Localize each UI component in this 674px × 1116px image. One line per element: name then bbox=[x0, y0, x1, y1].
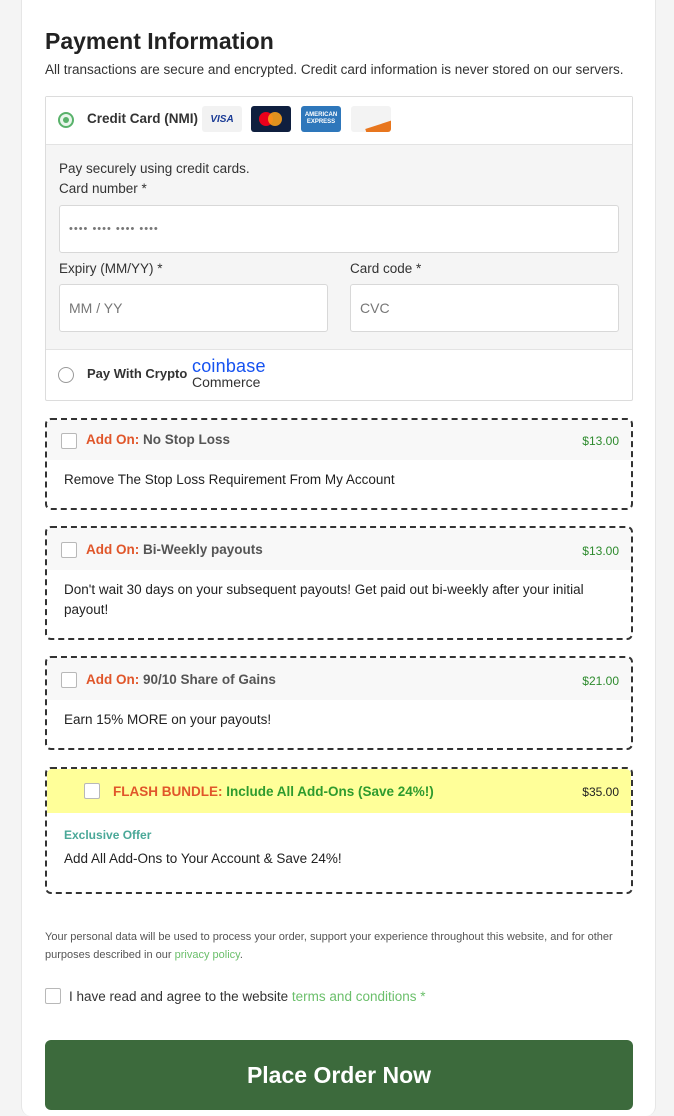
page-subtitle: All transactions are secure and encrypte… bbox=[45, 62, 624, 77]
crypto-radio[interactable] bbox=[58, 367, 74, 383]
crypto-label: Pay With Crypto bbox=[87, 366, 188, 381]
discover-logo-icon bbox=[351, 106, 391, 132]
addon-description: Don't wait 30 days on your subsequent pa… bbox=[64, 582, 584, 617]
addon-price: $13.00 bbox=[582, 434, 619, 448]
flash-bundle-price: $35.00 bbox=[582, 785, 619, 799]
addon-description: Earn 15% MORE on your payouts! bbox=[64, 712, 272, 727]
addon-no-stop-loss: Add On: No Stop Loss $13.00 Remove The S… bbox=[45, 418, 633, 510]
terms-link[interactable]: terms and conditions bbox=[292, 989, 417, 1004]
flash-bundle-header: FLASH BUNDLE: Include All Add-Ons (Save … bbox=[47, 769, 631, 813]
mastercard-logo-icon bbox=[251, 106, 291, 132]
payment-methods: Credit Card (NMI) VISA AMERICAN EXPRESS … bbox=[45, 96, 633, 401]
addon-title: Add On: Bi-Weekly payouts bbox=[86, 542, 263, 557]
addon-name: No Stop Loss bbox=[143, 432, 231, 447]
commerce-brand: Commerce bbox=[192, 374, 261, 390]
addon-price: $21.00 bbox=[582, 674, 619, 688]
addon-header: Add On: 90/10 Share of Gains $21.00 bbox=[47, 658, 631, 700]
addon-checkbox[interactable] bbox=[61, 672, 77, 688]
page-title: Payment Information bbox=[45, 28, 274, 54]
addon-bi-weekly-payouts: Add On: Bi-Weekly payouts $13.00 Don't w… bbox=[45, 526, 633, 640]
addon-prefix: Add On: bbox=[86, 672, 140, 687]
privacy-text: Your personal data will be used to proce… bbox=[45, 931, 613, 961]
flash-bundle-description: Add All Add-Ons to Your Account & Save 2… bbox=[64, 851, 342, 866]
privacy-notice: Your personal data will be used to proce… bbox=[45, 928, 635, 964]
place-order-button[interactable]: Place Order Now bbox=[45, 1040, 633, 1110]
terms-checkbox[interactable] bbox=[45, 988, 61, 1005]
privacy-end: . bbox=[239, 949, 243, 961]
card-code-input[interactable]: CVC bbox=[350, 284, 619, 332]
flash-bundle-title: FLASH BUNDLE: Include All Add-Ons (Save … bbox=[113, 784, 434, 799]
flash-bundle-name: Include All Add-Ons (Save 24%!) bbox=[226, 784, 434, 799]
coinbase-brand: coinbase bbox=[192, 356, 266, 376]
addon-title: Add On: No Stop Loss bbox=[86, 432, 230, 447]
credit-card-description: Pay securely using credit cards. bbox=[59, 161, 250, 176]
terms-required-mark: * bbox=[420, 989, 426, 1004]
credit-card-label: Credit Card (NMI) bbox=[87, 111, 198, 126]
amex-logo-icon: AMERICAN EXPRESS bbox=[301, 106, 341, 132]
terms-agreement: I have read and agree to the website ter… bbox=[45, 988, 426, 1005]
coinbase-commerce-logo-icon: coinbase Commerce bbox=[192, 357, 266, 389]
privacy-policy-link[interactable]: privacy policy bbox=[175, 949, 240, 961]
addon-checkbox[interactable] bbox=[61, 433, 77, 449]
terms-text: I have read and agree to the website bbox=[69, 989, 289, 1004]
payment-method-credit-card[interactable]: Credit Card (NMI) VISA AMERICAN EXPRESS bbox=[46, 97, 632, 145]
visa-logo-icon: VISA bbox=[202, 106, 242, 132]
addon-name: 90/10 Share of Gains bbox=[143, 672, 276, 687]
addon-name: Bi-Weekly payouts bbox=[143, 542, 263, 557]
exclusive-offer-tag: Exclusive Offer bbox=[64, 828, 152, 842]
addon-prefix: Add On: bbox=[86, 432, 140, 447]
flash-bundle-checkbox[interactable] bbox=[84, 783, 100, 799]
payment-method-crypto[interactable]: Pay With Crypto coinbase Commerce bbox=[46, 350, 632, 400]
addon-header: Add On: No Stop Loss $13.00 bbox=[47, 420, 631, 460]
addon-description: Remove The Stop Loss Requirement From My… bbox=[64, 472, 395, 487]
addon-checkbox[interactable] bbox=[61, 542, 77, 558]
card-code-label: Card code * bbox=[350, 261, 422, 276]
addon-price: $13.00 bbox=[582, 544, 619, 558]
addon-header: Add On: Bi-Weekly payouts $13.00 bbox=[47, 528, 631, 570]
credit-card-radio[interactable] bbox=[58, 112, 74, 128]
credit-card-form: Pay securely using credit cards. Card nu… bbox=[46, 145, 632, 350]
flash-bundle-prefix: FLASH BUNDLE: bbox=[113, 784, 223, 799]
addon-title: Add On: 90/10 Share of Gains bbox=[86, 672, 276, 687]
flash-bundle: FLASH BUNDLE: Include All Add-Ons (Save … bbox=[45, 767, 633, 894]
card-number-label: Card number * bbox=[59, 181, 147, 196]
addon-prefix: Add On: bbox=[86, 542, 140, 557]
addon-share-of-gains: Add On: 90/10 Share of Gains $21.00 Earn… bbox=[45, 656, 633, 750]
expiry-input[interactable]: MM / YY bbox=[59, 284, 328, 332]
card-number-input[interactable]: •••• •••• •••• •••• bbox=[59, 205, 619, 253]
expiry-label: Expiry (MM/YY) * bbox=[59, 261, 163, 276]
